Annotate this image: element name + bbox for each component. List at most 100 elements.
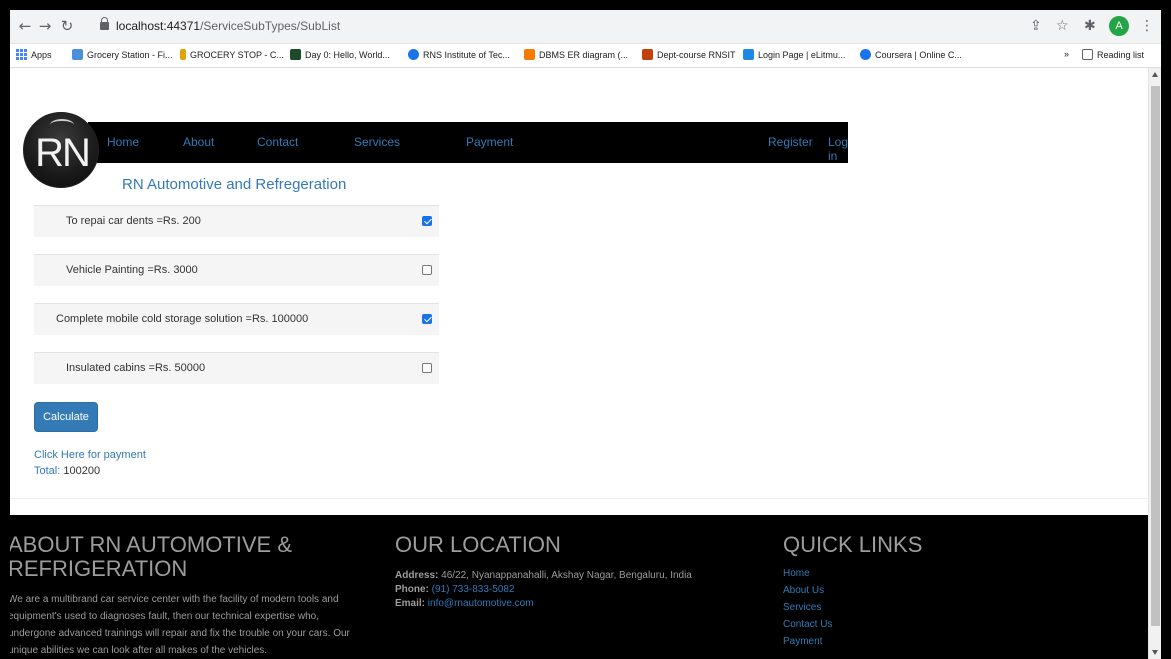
quick-link-payment[interactable]: Payment — [783, 636, 822, 647]
reload-icon[interactable]: ↻ — [58, 17, 76, 35]
total-value: 100200 — [63, 465, 101, 477]
page-scrollbar[interactable] — [1148, 68, 1161, 659]
bookmarks-overflow[interactable]: » — [1064, 49, 1069, 59]
scrollbar-thumb[interactable] — [1151, 86, 1160, 626]
forward-icon[interactable]: → — [36, 17, 54, 35]
quick-link-services[interactable]: Services — [783, 602, 821, 613]
site-logo[interactable]: RN — [23, 112, 99, 188]
nav-services[interactable]: Services — [354, 135, 400, 149]
logo-text: RN — [35, 131, 91, 175]
favicon-icon — [860, 49, 871, 60]
browser-toolbar: ← → ↻ localhost:44371/ServiceSubTypes/Su… — [10, 10, 1161, 44]
email-label: Email: — [395, 598, 426, 609]
payment-link[interactable]: Click Here for payment — [34, 449, 146, 461]
bookmark-grocery-station[interactable]: Grocery Station - Fi... — [72, 49, 173, 60]
bookmark-apps[interactable]: Apps — [16, 49, 52, 60]
service-label: Vehicle Painting =Rs. 3000 — [66, 264, 198, 276]
divider — [10, 498, 1148, 499]
quick-link-home[interactable]: Home — [783, 568, 810, 579]
bookmark-dbms[interactable]: DBMS ER diagram (... — [524, 49, 628, 60]
site-navbar: Home About Contact Services Payment Regi… — [88, 122, 848, 163]
address-value: 46/22, Nyanappanahalli, Akshay Nagar, Be… — [441, 570, 692, 581]
scroll-down-icon[interactable] — [1152, 650, 1158, 655]
bookmark-dept-course[interactable]: Dept-course RNSIT — [642, 49, 736, 60]
about-text-line2: equipment's used to diagnoses fault, the… — [10, 611, 319, 622]
bookmark-label: GROCERY STOP - C... — [190, 49, 284, 60]
nav-register[interactable]: Register — [768, 135, 813, 149]
scroll-up-icon[interactable] — [1152, 72, 1158, 77]
reading-list-icon — [1082, 49, 1093, 60]
bookmark-label: Day 0: Hello, World... — [305, 49, 390, 60]
bookmark-grocery-stop[interactable]: GROCERY STOP - C... — [180, 49, 284, 60]
service-label: Insulated cabins =Rs. 50000 — [66, 362, 206, 374]
site-footer: ABOUT RN AUTOMOTIVE & REFRIGERATION We a… — [10, 515, 1148, 659]
url-text[interactable]: localhost:44371/ServiceSubTypes/SubList — [116, 19, 340, 33]
logo-arc-icon — [50, 119, 74, 131]
nav-home[interactable]: Home — [107, 135, 139, 149]
service-row: Complete mobile cold storage solution =R… — [34, 303, 439, 335]
email-link[interactable]: info@rnautomotive.com — [428, 598, 534, 609]
bookmark-elitmus[interactable]: Login Page | eLitmu... — [743, 49, 845, 60]
address-line: Address: 46/22, Nyanappanahalli, Akshay … — [395, 569, 692, 583]
service-row: To repai car dents =Rs. 200 — [34, 205, 439, 237]
phone-line: Phone: (91) 733-833-5082 — [395, 583, 515, 597]
phone-link[interactable]: (91) 733-833-5082 — [432, 584, 515, 595]
star-icon[interactable]: ☆ — [1056, 17, 1069, 35]
apps-icon — [16, 49, 27, 60]
service-checkbox[interactable] — [422, 216, 432, 226]
location-title: OUR LOCATION — [395, 532, 561, 557]
about-text-line1: We are a multibrand car service center w… — [10, 594, 339, 605]
extensions-icon[interactable]: ✱ — [1084, 17, 1096, 35]
calculate-button[interactable]: Calculate — [34, 402, 98, 432]
url-path: /ServiceSubTypes/SubList — [200, 19, 341, 33]
service-checkbox[interactable] — [422, 363, 432, 373]
bookmark-label: DBMS ER diagram (... — [539, 49, 629, 60]
url-host: localhost:44371 — [116, 19, 201, 33]
screenshot-frame: ← → ↻ localhost:44371/ServiceSubTypes/Su… — [0, 0, 1171, 659]
favicon-icon — [408, 49, 419, 60]
total-display: Total: 100200 — [34, 465, 100, 477]
nav-about[interactable]: About — [183, 135, 214, 149]
service-row: Vehicle Painting =Rs. 3000 — [34, 254, 439, 286]
email-line: Email: info@rnautomotive.com — [395, 597, 534, 611]
bookmark-label: Apps — [31, 49, 52, 60]
service-row: Insulated cabins =Rs. 50000 — [34, 352, 439, 384]
reading-list[interactable]: Reading list — [1082, 49, 1144, 60]
quick-links-title: QUICK LINKS — [783, 532, 923, 557]
quick-link-contact[interactable]: Contact Us — [783, 619, 832, 630]
back-icon[interactable]: ← — [16, 17, 34, 35]
favicon-icon — [642, 49, 653, 60]
bookmark-label: Dept-course RNSIT — [657, 49, 736, 60]
nav-login[interactable]: Log in — [828, 135, 848, 163]
total-label: Total: — [34, 465, 61, 477]
reading-list-label: Reading list — [1097, 49, 1145, 60]
logo-subtext — [32, 174, 92, 178]
menu-icon[interactable]: ⋮ — [1140, 17, 1154, 35]
nav-payment[interactable]: Payment — [466, 135, 513, 149]
service-checkbox[interactable] — [422, 314, 432, 324]
profile-avatar[interactable]: A — [1109, 16, 1129, 36]
nav-contact[interactable]: Contact — [257, 135, 298, 149]
about-text-line4: unique abilities we can look after all m… — [10, 645, 268, 656]
bookmark-label: RNS Institute of Tec... — [423, 49, 510, 60]
bookmark-label: Coursera | Online C... — [875, 49, 962, 60]
favicon-icon — [524, 49, 535, 60]
service-checkbox[interactable] — [422, 265, 432, 275]
service-label: To repai car dents =Rs. 200 — [66, 215, 201, 227]
bookmark-day0[interactable]: Day 0: Hello, World... — [290, 49, 390, 60]
share-icon[interactable]: ⇪ — [1030, 17, 1042, 35]
favicon-icon — [743, 49, 754, 60]
brand-name[interactable]: RN Automotive and Refregeration — [122, 176, 346, 193]
bookmark-label: Grocery Station - Fi... — [87, 49, 173, 60]
phone-label: Phone: — [395, 584, 429, 595]
about-title-line2: REFRIGERATION — [10, 556, 188, 581]
about-title-line1: ABOUT RN AUTOMOTIVE & — [10, 532, 293, 557]
bookmark-rns[interactable]: RNS Institute of Tec... — [408, 49, 510, 60]
lock-icon[interactable] — [100, 17, 109, 30]
bookmark-coursera[interactable]: Coursera | Online C... — [860, 49, 962, 60]
favicon-icon — [72, 49, 83, 60]
favicon-icon — [180, 49, 186, 60]
quick-link-about[interactable]: About Us — [783, 585, 824, 596]
bookmark-label: Login Page | eLitmu... — [758, 49, 846, 60]
service-label: Complete mobile cold storage solution =R… — [56, 313, 309, 325]
